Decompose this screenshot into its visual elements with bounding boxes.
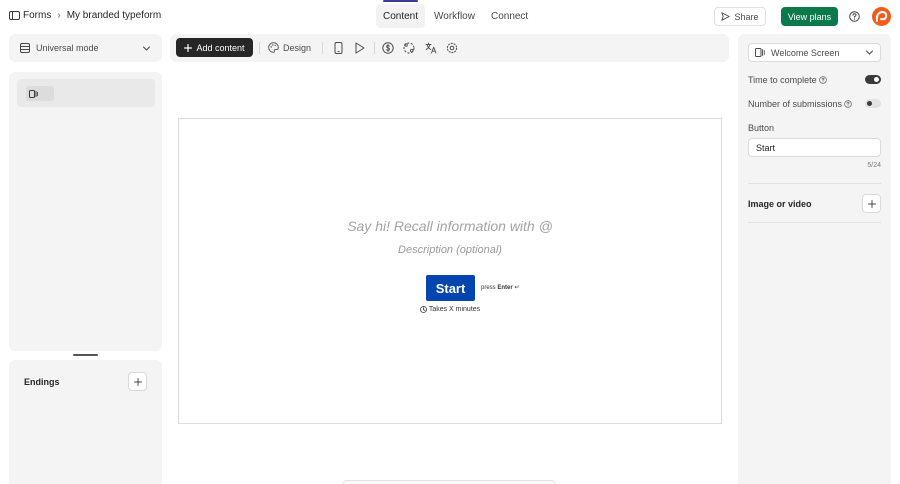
add-ending-button[interactable] [128,372,147,391]
welcome-screen-icon [755,48,765,57]
design-label: Design [283,42,312,53]
image-or-video-label: Image or video [748,199,812,209]
plus-icon [184,43,196,52]
main-tabs: Content Workflow Connect [376,0,537,33]
time-estimate-label: Takes X minutes [428,306,481,313]
list-mode-icon [20,43,30,53]
editor-toolbar: Add content Design [170,34,729,62]
tab-workflow[interactable]: Workflow [427,0,482,33]
share-label: Share [734,11,759,22]
settings-gear-icon[interactable] [445,41,459,55]
description-placeholder[interactable]: Description (optional) [179,244,721,256]
toggle-knob [874,77,879,82]
info-icon[interactable] [844,100,852,108]
time-to-complete-toggle[interactable] [865,75,881,84]
submissions-row: Number of submissions [748,99,881,109]
universal-mode-select[interactable]: Universal mode [9,34,162,62]
submissions-toggle[interactable] [865,99,881,108]
press-enter-hint: press Enter ↵ [481,284,519,291]
view-plans-button[interactable]: View plans [781,7,838,26]
headline-placeholder[interactable]: Say hi! Recall information with @ [179,218,721,234]
toolbar-divider [259,42,260,54]
design-button[interactable]: Design [268,38,311,57]
mobile-preview-icon[interactable] [331,41,345,55]
breadcrumb-form-title[interactable]: My branded typeform [67,10,162,21]
toolbar-divider [374,42,375,54]
info-icon[interactable] [818,76,827,84]
chevron-down-icon [142,44,151,53]
bottom-action-bar[interactable] [342,480,556,484]
clock-icon [419,306,429,313]
time-estimate: Takes X minutes [179,306,721,313]
start-button[interactable]: Start [426,275,475,301]
endings-label: Endings [24,377,60,387]
time-to-complete-row: Time to complete [748,75,881,85]
endings-section: Endings [9,360,162,484]
welcome-screen-badge [26,86,54,101]
section-divider [748,222,881,223]
translate-icon[interactable] [424,41,438,55]
toolbar-divider [322,42,323,54]
play-preview-icon[interactable] [352,41,366,55]
sidebar-scroll-indicator[interactable] [73,354,98,356]
logic-branch-icon[interactable] [402,41,416,55]
welcome-screen-item[interactable] [17,79,155,107]
press-label: press [481,285,496,291]
breadcrumb: Forms › My branded typeform [9,10,161,21]
character-counter: 5/24 [867,162,881,169]
mode-label: Universal mode [36,43,99,53]
help-icon[interactable] [849,11,860,22]
share-button[interactable]: Share [714,7,766,26]
brand-logo-icon [872,7,891,26]
palette-icon [268,42,283,53]
section-divider [748,183,881,184]
tab-content[interactable]: Content [376,0,426,28]
chevron-down-icon [865,48,874,57]
top-bar: Forms › My branded typeform Content Work… [0,0,900,33]
add-media-button[interactable] [862,194,881,213]
send-icon [721,12,734,21]
welcome-screen-canvas: Say hi! Recall information with @ Descri… [178,118,722,424]
avatar[interactable] [872,7,891,26]
screen-type-label: Welcome Screen [771,47,840,58]
plus-icon [867,199,876,208]
plus-icon [133,377,142,386]
submissions-label: Number of submissions [748,99,843,109]
toggle-knob [867,101,872,106]
enter-return-icon: ↵ [514,285,520,291]
button-field-label: Button [748,123,775,133]
screen-type-select[interactable]: Welcome Screen [748,43,881,62]
add-content-label: Add content [196,42,245,53]
button-text-input[interactable] [748,138,881,157]
time-to-complete-label: Time to complete [748,75,817,85]
tab-connect[interactable]: Connect [484,0,535,33]
enter-key-label: Enter [497,285,513,291]
settings-panel: Welcome Screen Time to complete Number o… [738,34,891,484]
welcome-screen-icon [29,89,38,98]
chevron-right-icon: › [57,10,61,21]
forms-icon [9,10,20,21]
breadcrumb-forms-link[interactable]: Forms [23,10,51,21]
question-list [9,72,162,351]
currency-icon[interactable] [381,41,395,55]
add-content-button[interactable]: Add content [176,38,253,57]
